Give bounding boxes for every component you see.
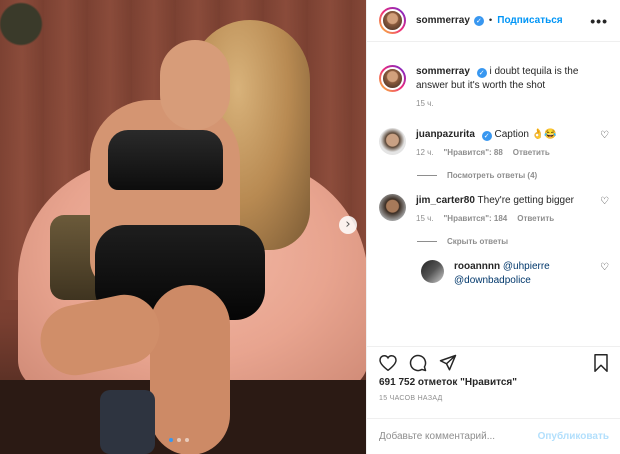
comment-text: Caption 👌😂 bbox=[494, 129, 557, 140]
comment-item: juanpazurita ✓ Caption 👌😂 12 ч. "Нравитс… bbox=[379, 128, 609, 157]
carousel-dot bbox=[169, 438, 173, 442]
author-username[interactable]: sommerray bbox=[416, 15, 470, 26]
carousel-indicator bbox=[169, 438, 189, 442]
heart-icon[interactable]: ♡ bbox=[600, 260, 609, 273]
replies-toggle-label: Скрыть ответы bbox=[447, 237, 509, 246]
comment-bubble-icon[interactable] bbox=[409, 354, 427, 372]
post-header: sommerray ✓ • Подписаться ••• bbox=[367, 0, 620, 42]
post-sidebar: sommerray ✓ • Подписаться ••• sommerray … bbox=[366, 0, 620, 454]
commenter-avatar[interactable] bbox=[379, 128, 406, 155]
replies-toggle-label: Посмотреть ответы (4) bbox=[447, 171, 538, 180]
reply-button[interactable]: Ответить bbox=[517, 214, 554, 223]
comment-item: jim_carter80 They're getting bigger 15 ч… bbox=[379, 194, 609, 223]
comment-composer: Опубликовать bbox=[367, 418, 620, 454]
comment-text: They're getting bigger bbox=[477, 195, 574, 206]
bookmark-icon[interactable] bbox=[593, 353, 609, 372]
photo-top bbox=[108, 130, 223, 190]
comment-likes[interactable]: "Нравится": 184 bbox=[444, 214, 508, 223]
verified-badge-icon: ✓ bbox=[473, 15, 484, 26]
commenter-avatar[interactable] bbox=[379, 194, 406, 221]
comment-likes[interactable]: "Нравится": 88 bbox=[444, 148, 503, 157]
reply-item: rooannnn @uhpierre @downbadpolice ♡ bbox=[421, 260, 609, 288]
verified-badge-icon: ✓ bbox=[481, 131, 492, 141]
like-heart-icon[interactable] bbox=[379, 354, 397, 371]
post-timestamp[interactable]: 15 ЧАСОВ НАЗАД bbox=[379, 395, 443, 402]
post-photo[interactable]: › bbox=[0, 0, 366, 454]
caption-username[interactable]: sommerray bbox=[416, 66, 470, 77]
carousel-next-button[interactable]: › bbox=[339, 216, 357, 234]
comment-time[interactable]: 15 ч. bbox=[416, 214, 434, 223]
reply-mention[interactable]: @downbadpolice bbox=[454, 275, 531, 286]
more-options-icon[interactable]: ••• bbox=[590, 13, 608, 29]
reply-mention[interactable]: @uhpierre bbox=[503, 261, 550, 272]
photo-boot bbox=[100, 390, 155, 454]
likes-count[interactable]: 691 752 отметок "Нравится" bbox=[379, 377, 517, 388]
view-replies-toggle[interactable]: Посмотреть ответы (4) bbox=[417, 171, 609, 180]
follow-button[interactable]: Подписаться bbox=[497, 15, 562, 26]
verified-badge-icon: ✓ bbox=[476, 68, 487, 78]
reply-avatar[interactable] bbox=[421, 260, 444, 283]
header-separator: • bbox=[488, 15, 493, 26]
heart-icon[interactable]: ♡ bbox=[600, 128, 609, 141]
action-bar bbox=[367, 346, 620, 378]
hide-replies-toggle[interactable]: Скрыть ответы bbox=[417, 237, 609, 246]
caption-time[interactable]: 15 ч. bbox=[416, 99, 434, 108]
carousel-dot bbox=[177, 438, 181, 442]
comment-username[interactable]: juanpazurita bbox=[416, 129, 475, 140]
photo-leg bbox=[150, 285, 230, 454]
publish-button[interactable]: Опубликовать bbox=[538, 431, 609, 442]
comment-time[interactable]: 12 ч. bbox=[416, 148, 434, 157]
comments-list: sommerray ✓ i doubt tequila is the answe… bbox=[367, 43, 620, 343]
comment-input[interactable] bbox=[379, 431, 538, 442]
author-avatar[interactable] bbox=[379, 7, 406, 34]
reply-button[interactable]: Ответить bbox=[513, 148, 550, 157]
reply-username[interactable]: rooannnn bbox=[454, 261, 500, 272]
carousel-dot bbox=[185, 438, 189, 442]
heart-icon[interactable]: ♡ bbox=[600, 194, 609, 207]
photo-plant bbox=[0, 0, 70, 60]
caption-avatar[interactable] bbox=[379, 65, 406, 92]
share-paper-plane-icon[interactable] bbox=[439, 354, 457, 372]
comment-username[interactable]: jim_carter80 bbox=[416, 195, 475, 206]
caption: sommerray ✓ i doubt tequila is the answe… bbox=[379, 65, 609, 108]
photo-face bbox=[160, 40, 230, 130]
